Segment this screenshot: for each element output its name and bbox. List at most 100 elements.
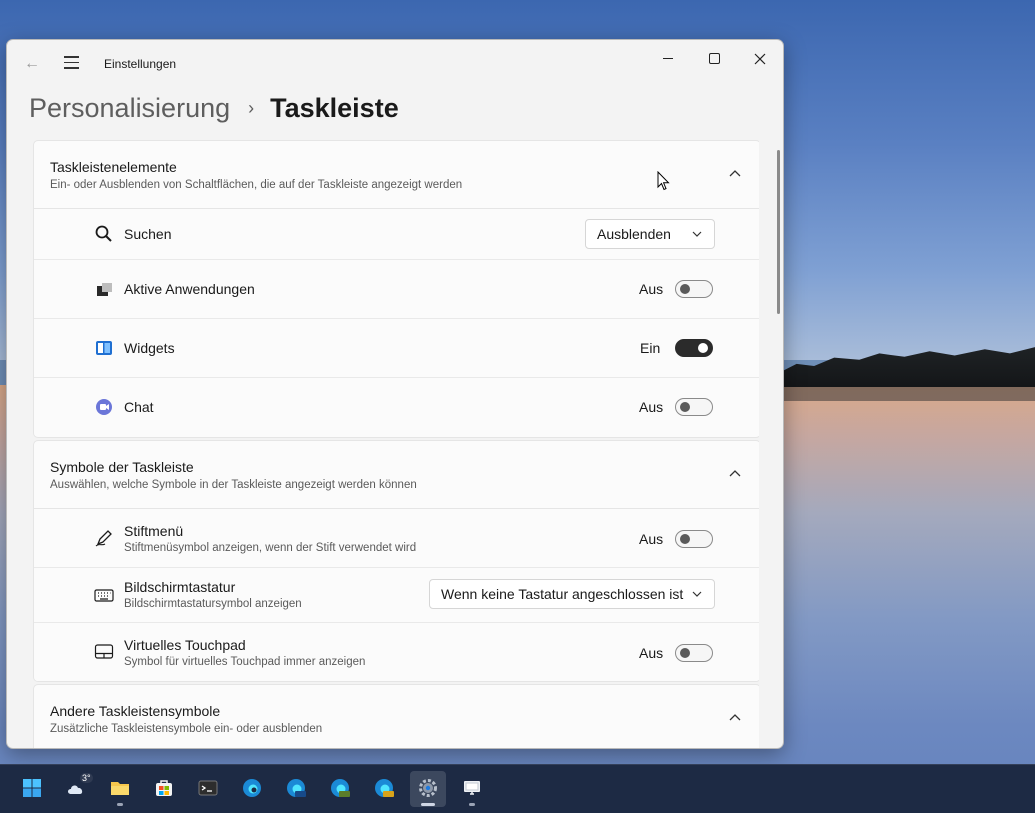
row-pen-menu: Stiftmenü Stiftmenüsymbol anzeigen, wenn…	[34, 509, 759, 568]
task-view-toggle[interactable]	[675, 280, 713, 298]
chevron-up-icon[interactable]	[728, 467, 742, 481]
terminal-icon	[198, 780, 218, 796]
file-explorer-icon	[111, 782, 129, 795]
window-title: Einstellungen	[104, 57, 177, 71]
edge-beta-icon	[287, 779, 306, 797]
toggle-knob	[680, 534, 690, 544]
title-bar: ← Einstellungen	[7, 40, 783, 88]
edge-icon	[243, 779, 261, 797]
toggle-state-label: Aus	[639, 645, 664, 661]
breadcrumb-separator: ›	[248, 97, 255, 118]
weather-temperature: 3°	[80, 773, 93, 783]
section-title: Taskleistenelemente	[50, 159, 177, 175]
toggle-state-label: Aus	[639, 399, 664, 415]
settings-window: ← Einstellungen Personalisierung › Taskl…	[6, 39, 784, 749]
minimize-button[interactable]	[645, 44, 691, 74]
running-indicator	[469, 803, 475, 806]
section-description: Ein- oder Ausblenden von Schaltflächen, …	[50, 179, 463, 191]
toggle-state-label: Aus	[639, 281, 664, 297]
section-header-other-icons[interactable]: Andere Taskleistensymbole Zusätzliche Ta…	[34, 685, 759, 748]
remote-desktop-icon	[464, 781, 480, 795]
pen-menu-toggle[interactable]	[675, 530, 713, 548]
section-title: Andere Taskleistensymbole	[50, 703, 221, 719]
start-icon	[23, 779, 41, 797]
active-indicator	[421, 803, 435, 806]
taskbar-edge-canary[interactable]	[366, 771, 402, 807]
taskbar-edge-dev[interactable]	[322, 771, 358, 807]
taskbar-start-button[interactable]	[14, 771, 50, 807]
row-description: Stiftmenüsymbol anzeigen, wenn der Stift…	[124, 542, 417, 554]
section-title: Symbole der Taskleiste	[50, 459, 194, 475]
section-description: Zusätzliche Taskleistensymbole ein- oder…	[50, 723, 323, 735]
search-mode-dropdown[interactable]: Ausblenden	[585, 219, 715, 249]
taskbar-edge[interactable]	[234, 771, 270, 807]
row-task-view: Aktive Anwendungen Aus	[34, 260, 759, 319]
chevron-up-icon[interactable]	[728, 167, 742, 181]
menu-line	[64, 56, 79, 58]
row-widgets: Widgets Ein	[34, 319, 759, 378]
chevron-up-icon[interactable]	[728, 711, 742, 725]
breadcrumb: Personalisierung › Taskleiste	[29, 88, 399, 128]
taskbar-weather-widget[interactable]: 3°	[58, 771, 94, 807]
row-label: Stiftmenü	[124, 523, 184, 539]
menu-line	[64, 67, 79, 69]
keyboard-icon	[94, 589, 114, 602]
chat-icon	[96, 399, 112, 415]
toggle-state-label: Aus	[639, 531, 664, 547]
section-taskbar-items: Taskleistenelemente Ein- oder Ausblenden…	[33, 140, 759, 438]
minimize-icon	[663, 58, 673, 60]
dropdown-value: Wenn keine Tastatur angeschlossen ist	[441, 586, 684, 602]
row-label: Chat	[124, 399, 154, 415]
store-icon	[156, 780, 172, 796]
edge-canary-icon	[375, 779, 394, 797]
toggle-knob	[680, 284, 690, 294]
back-button[interactable]: ←	[21, 54, 43, 74]
chevron-down-icon	[692, 231, 702, 237]
row-label: Aktive Anwendungen	[124, 281, 255, 297]
row-search: Suchen Ausblenden	[34, 209, 759, 260]
task-view-icon	[97, 283, 112, 296]
close-button[interactable]	[737, 44, 783, 74]
taskbar-settings[interactable]	[410, 771, 446, 807]
pen-icon	[95, 530, 112, 547]
maximize-button[interactable]	[691, 44, 737, 74]
row-description: Bildschirmtastatursymbol anzeigen	[124, 598, 302, 610]
dropdown-value: Ausblenden	[597, 226, 671, 242]
row-label: Bildschirmtastatur	[124, 579, 236, 595]
navigation-menu-button[interactable]	[61, 52, 83, 74]
row-label: Widgets	[124, 340, 175, 356]
taskbar-edge-beta[interactable]	[278, 771, 314, 807]
row-chat: Chat Aus	[34, 378, 759, 436]
taskbar-remote-desktop[interactable]	[454, 771, 490, 807]
section-other-taskbar-icons: Andere Taskleistensymbole Zusätzliche Ta…	[33, 684, 759, 748]
wallpaper-reflection	[784, 387, 1035, 401]
section-header-taskbar-items[interactable]: Taskleistenelemente Ein- oder Ausblenden…	[34, 141, 759, 209]
taskbar-file-explorer[interactable]	[102, 771, 138, 807]
chevron-down-icon	[692, 591, 702, 597]
widgets-toggle[interactable]	[675, 339, 713, 357]
section-header-corner-icons[interactable]: Symbole der Taskleiste Auswählen, welche…	[34, 441, 759, 509]
running-indicator	[117, 803, 123, 806]
settings-content: Taskleistenelemente Ein- oder Ausblenden…	[33, 140, 759, 748]
touchpad-icon	[94, 644, 114, 659]
toggle-state-label: Ein	[640, 340, 661, 356]
breadcrumb-parent-link[interactable]: Personalisierung	[29, 93, 230, 124]
settings-icon	[419, 779, 437, 797]
section-taskbar-corner-icons: Symbole der Taskleiste Auswählen, welche…	[33, 440, 759, 682]
taskbar-terminal[interactable]	[190, 771, 226, 807]
touch-keyboard-dropdown[interactable]: Wenn keine Tastatur angeschlossen ist	[429, 579, 715, 609]
row-touch-keyboard: Bildschirmtastatur Bildschirmtastatursym…	[34, 568, 759, 623]
row-label: Suchen	[124, 226, 172, 242]
row-virtual-touchpad: Virtuelles Touchpad Symbol für virtuelle…	[34, 623, 759, 681]
widgets-icon	[96, 341, 112, 355]
close-icon	[754, 53, 766, 65]
maximize-icon	[708, 53, 720, 65]
virtual-touchpad-toggle[interactable]	[675, 644, 713, 662]
edge-dev-icon	[331, 779, 350, 797]
mouse-cursor-icon	[657, 171, 670, 191]
toggle-knob	[680, 648, 690, 658]
row-label: Virtuelles Touchpad	[124, 637, 246, 653]
taskbar-microsoft-store[interactable]	[146, 771, 182, 807]
vertical-scrollbar[interactable]	[777, 150, 780, 314]
chat-toggle[interactable]	[675, 398, 713, 416]
